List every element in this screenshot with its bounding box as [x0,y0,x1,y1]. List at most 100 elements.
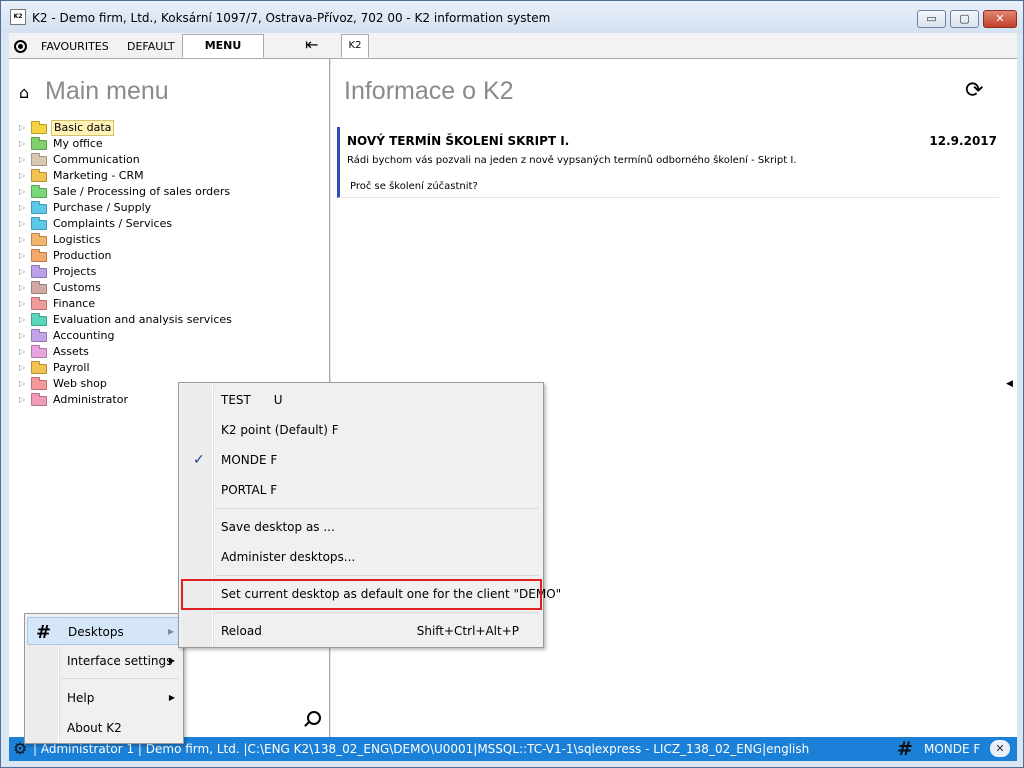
tab-favourites[interactable]: FAVOURITES [33,36,117,58]
tab-default[interactable]: DEFAULT [119,36,183,58]
administer-desktops-item[interactable]: Administer desktops... [181,543,541,571]
hash-icon: # [36,622,52,643]
tree-item-label: Sale / Processing of sales orders [53,185,231,198]
expand-arrow-icon[interactable]: ▷ [19,168,25,184]
tree-item-label: Basic data [51,120,115,136]
collapse-panel-icon[interactable]: ⇤ [305,37,318,53]
home-icon[interactable]: ⌂ [19,83,29,102]
menu-item-help[interactable]: Help ▶ [27,684,181,712]
folder-icon [31,265,47,278]
minimize-icon: ▭ [926,12,937,25]
folder-icon [31,393,47,406]
current-desktop-label[interactable]: MONDE F [924,742,980,756]
title-bar: K2 K2 - Demo firm, Ltd., Koksární 1097/7… [1,1,1023,33]
menu-separator [215,508,539,509]
tree-item-label: Customs [53,281,101,294]
check-icon: ✓ [193,452,205,468]
folder-icon [31,345,47,358]
desktop-hash-icon[interactable]: # [897,738,913,760]
expand-arrow-icon[interactable]: ▷ [19,264,25,280]
folder-icon [31,137,47,150]
desktop-item-test[interactable]: TEST U [181,386,541,414]
expand-arrow-icon[interactable]: ▷ [19,120,25,136]
tree-item-label: Communication [53,153,140,166]
menu-item-label: K2 point (Default) F [221,423,339,437]
expand-arrow-icon[interactable]: ▷ [19,392,25,408]
folder-icon [31,361,47,374]
status-close-icon[interactable]: ✕ [990,740,1010,757]
folder-icon [31,153,47,166]
expand-arrow-icon[interactable]: ▷ [19,360,25,376]
menu-item-label: Help [67,691,95,705]
expand-arrow-icon[interactable]: ▷ [19,184,25,200]
expand-arrow-icon[interactable]: ▷ [19,200,25,216]
folder-icon [31,281,47,294]
folder-icon [31,249,47,262]
refresh-icon[interactable]: ⟳ [965,80,983,102]
reload-item[interactable]: Reload Shift+Ctrl+Alt+P [181,617,541,645]
save-desktop-item[interactable]: Save desktop as ... [181,513,541,541]
folder-icon [31,313,47,326]
desktop-item-k2-point[interactable]: K2 point (Default) F [181,416,541,444]
tree-item-label: Production [53,249,112,262]
window-title: K2 - Demo firm, Ltd., Koksární 1097/7, O… [32,11,551,25]
menu-item-desktops[interactable]: # Desktops ▶ [27,617,181,645]
news-link[interactable]: Proč se školení zúčastnit? [350,181,478,192]
tree-item-label: Finance [53,297,96,310]
desktop-item-portal[interactable]: PORTAL F [181,476,541,504]
submenu-arrow-icon: ▶ [168,693,175,702]
expand-arrow-icon[interactable]: ▷ [19,152,25,168]
folder-icon [31,201,47,214]
tree-item-label: Projects [53,265,97,278]
news-item[interactable]: NOVÝ TERMÍN ŠKOLENÍ SKRIPT I. 12.9.2017 … [337,127,999,198]
expand-arrow-icon[interactable]: ▷ [19,344,25,360]
expand-arrow-icon[interactable]: ▷ [19,376,25,392]
tab-menu[interactable]: MENU [182,34,264,58]
target-icon[interactable] [14,40,27,53]
menu-item-label: Administer desktops... [221,550,356,564]
folder-icon [31,233,47,246]
settings-context-menu: # Desktops ▶ Interface settings ▶ Help ▶… [24,613,184,744]
tree-item-label: Complaints / Services [53,217,173,230]
menu-item-label: Save desktop as ... [221,520,335,534]
expand-arrow-icon[interactable]: ▷ [19,280,25,296]
tree-item-label: Accounting [53,329,115,342]
tab-strip: FAVOURITES DEFAULT MENU ⇤ K2 [9,33,1017,59]
folder-icon [31,185,47,198]
tree-item-label: Administrator [53,393,128,406]
tree-item-label: Payroll [53,361,90,374]
folder-icon [31,121,47,134]
menu-item-label: Reload [221,624,262,638]
desktop-item-monde[interactable]: ✓ MONDE F [181,446,541,474]
expand-arrow-icon[interactable]: ▷ [19,328,25,344]
tree-item-label: Marketing - CRM [53,169,144,182]
folder-icon [31,329,47,342]
menu-item-label: Interface settings [67,654,173,668]
expand-arrow-icon[interactable]: ▷ [19,216,25,232]
submenu-arrow-icon: ▶ [167,627,174,636]
expand-arrow-icon[interactable]: ▷ [19,248,25,264]
maximize-button[interactable]: ▢ [950,10,979,28]
tree-item-label: My office [53,137,103,150]
expand-arrow-icon[interactable]: ▷ [19,312,25,328]
folder-icon [31,377,47,390]
menu-item-interface-settings[interactable]: Interface settings ▶ [27,647,181,675]
expand-arrow-icon[interactable]: ▷ [19,296,25,312]
search-icon[interactable] [307,711,321,725]
menu-item-about[interactable]: About K2 [27,714,181,742]
expand-side-panel-icon[interactable]: ◀ [1006,379,1013,389]
tree-item-label: Evaluation and analysis services [53,313,232,326]
folder-icon [31,297,47,310]
menu-separator [215,612,539,613]
maximize-icon: ▢ [959,12,970,25]
news-text: Rádi bychom vás pozvali na jeden z nově … [347,155,797,166]
news-title[interactable]: NOVÝ TERMÍN ŠKOLENÍ SKRIPT I. [347,134,569,148]
close-button[interactable]: ✕ [983,10,1017,28]
expand-arrow-icon[interactable]: ▷ [19,232,25,248]
tab-k2[interactable]: K2 [341,34,369,58]
tree-item-label: Purchase / Supply [53,201,152,214]
minimize-button[interactable]: ▭ [917,10,946,28]
menu-item-label: MONDE F [221,453,278,467]
menu-separator [215,575,539,576]
expand-arrow-icon[interactable]: ▷ [19,136,25,152]
